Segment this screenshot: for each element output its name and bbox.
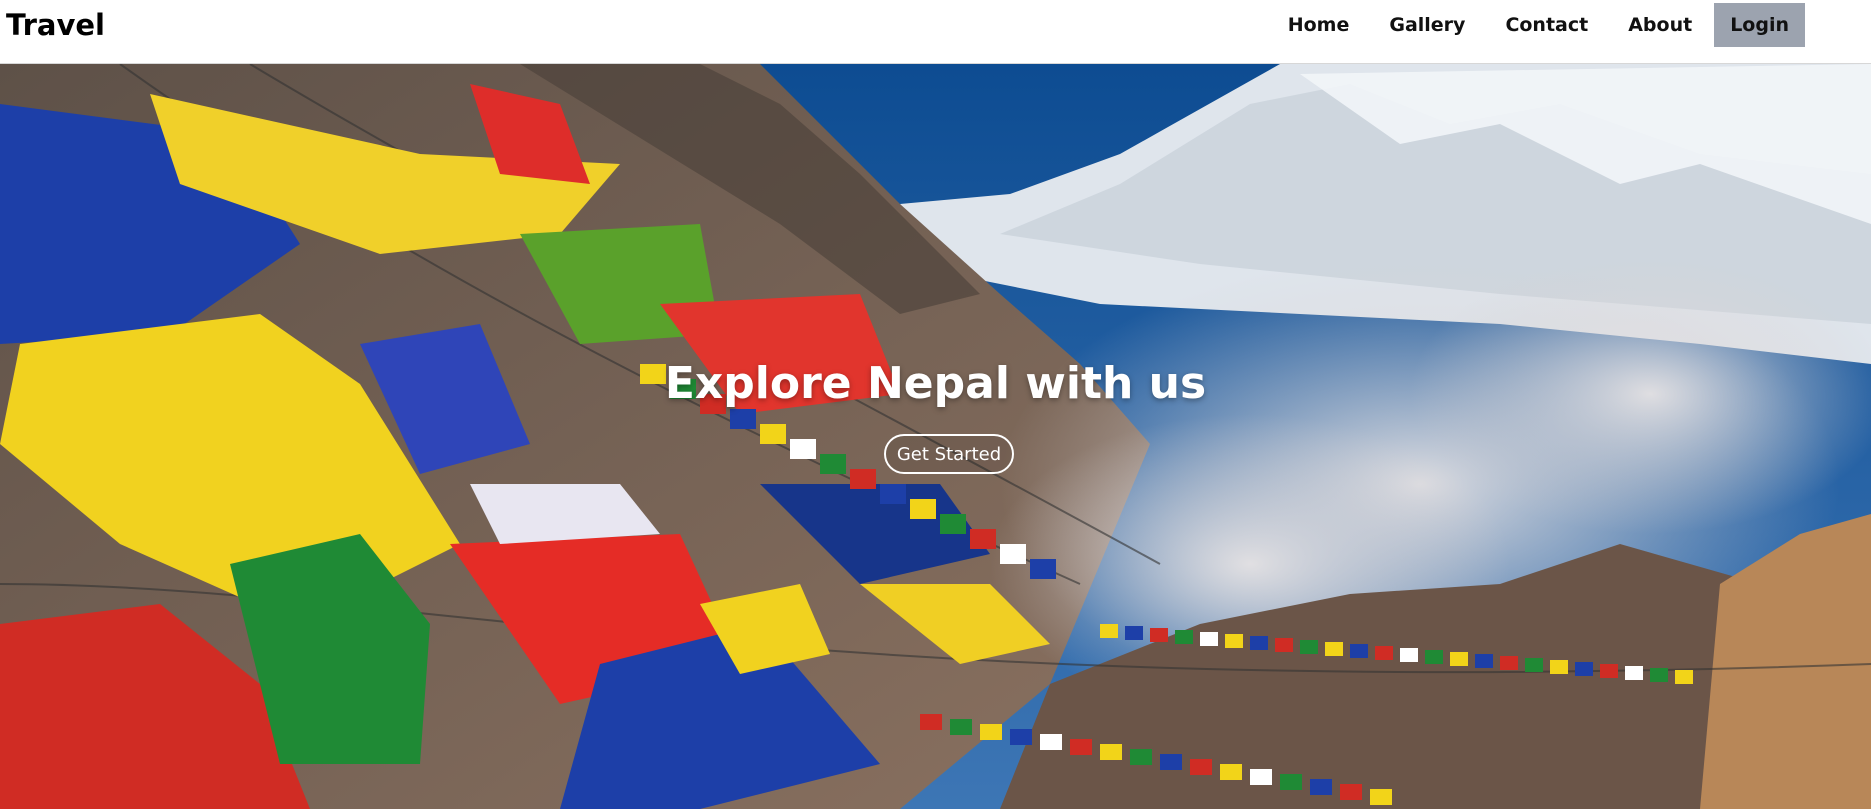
top-navbar: Travel Home Gallery Contact About Login <box>0 0 1871 64</box>
nav-home-link[interactable]: Home <box>1268 3 1370 47</box>
nav-contact-link[interactable]: Contact <box>1485 3 1608 47</box>
nav-gallery-link[interactable]: Gallery <box>1369 3 1485 47</box>
get-started-button[interactable]: Get Started <box>884 434 1014 474</box>
hero-title: Explore Nepal with us <box>664 358 1207 409</box>
brand-logo[interactable]: Travel <box>6 8 105 42</box>
hero-banner: Explore Nepal with us Get Started <box>0 64 1871 809</box>
nav-about-link[interactable]: About <box>1608 3 1712 47</box>
login-button[interactable]: Login <box>1714 3 1805 47</box>
main-nav: Home Gallery Contact About Login <box>1268 3 1805 47</box>
